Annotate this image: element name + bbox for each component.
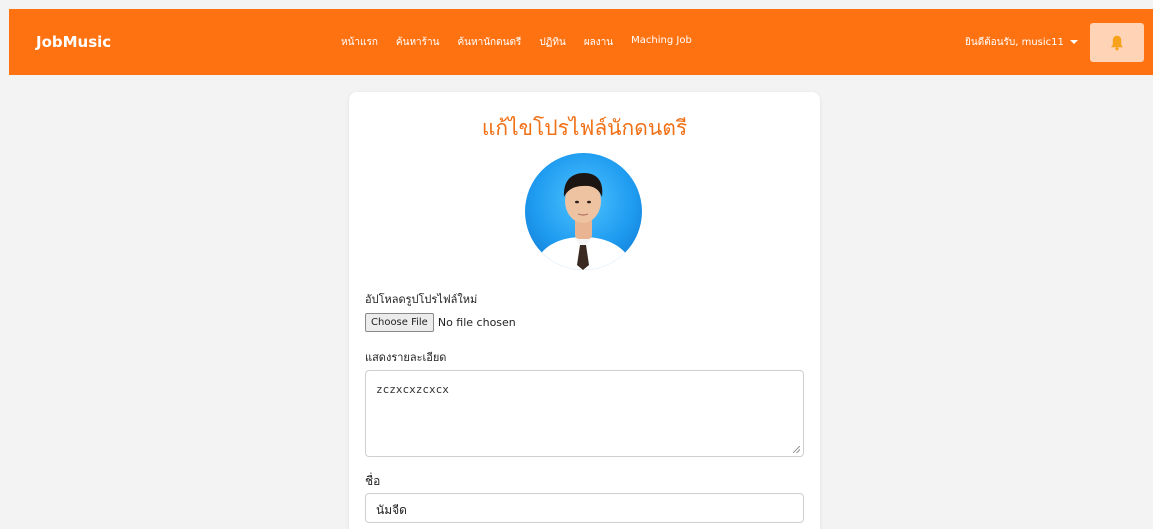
name-input[interactable]: นัมจีด [365,493,804,523]
caret-down-icon [1069,40,1078,44]
nav-links: หน้าแรก ค้นหาร้าน ค้นหานักดนตรี ปฏิทิน ผ… [341,35,710,50]
file-status-text: No file chosen [437,316,516,329]
description-textarea[interactable]: zczxcxzcxcx [365,370,804,457]
top-navbar: JobMusic หน้าแรก ค้นหาร้าน ค้นหานักดนตรี… [9,9,1153,75]
user-menu-dropdown[interactable]: ยินดีต้อนรับ, music11 [965,35,1078,50]
nav-link-works[interactable]: ผลงาน [584,35,613,50]
choose-file-button[interactable]: Choose File [365,313,434,332]
profile-avatar [525,153,642,270]
name-label: ชื่อ [365,474,381,488]
notification-button[interactable] [1090,23,1144,62]
description-value: zczxcxzcxcx [376,383,449,396]
upload-label: อัปโหลดรูปโปรไฟล์ใหม่ [365,293,478,306]
brand-logo[interactable]: JobMusic [36,33,111,51]
description-label: แสดงรายละเอียด [365,351,447,364]
nav-link-search-venue[interactable]: ค้นหาร้าน [396,35,440,50]
nav-link-calendar[interactable]: ปฏิทิน [539,35,566,50]
nav-link-search-musician[interactable]: ค้นหานักดนตรี [457,35,521,50]
person-photo-icon [533,173,635,270]
nav-link-matching-job[interactable]: Maching Job [631,35,692,50]
name-value: นัมจีด [376,503,407,517]
bell-icon [1111,35,1123,50]
nav-link-home[interactable]: หน้าแรก [341,35,378,50]
edit-profile-card: แก้ไขโปรไฟล์นักดนตรี อัปโหลดรูปโปรไฟล์ให… [349,92,820,529]
file-upload-field: Choose File No file chosen [365,313,516,332]
user-greeting: ยินดีต้อนรับ, music11 [965,36,1064,48]
resize-handle-icon[interactable] [793,446,800,453]
page-title: แก้ไขโปรไฟล์นักดนตรี [481,116,688,140]
